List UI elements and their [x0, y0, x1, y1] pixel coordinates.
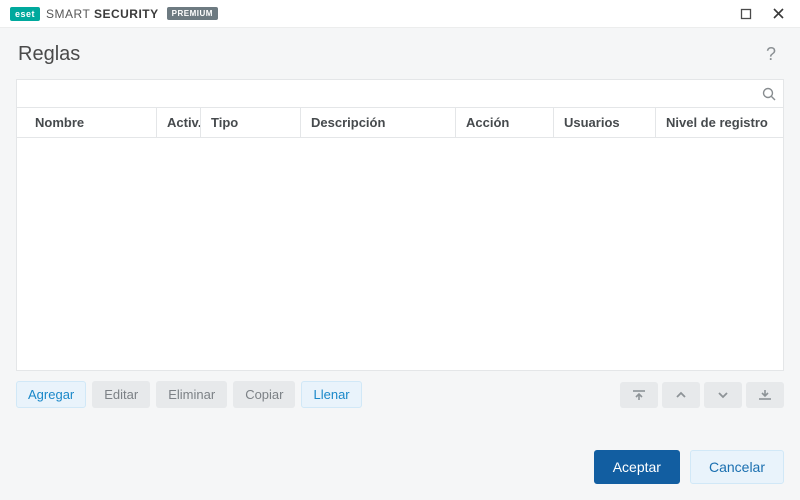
- header: Reglas ?: [0, 28, 800, 79]
- move-up-button[interactable]: [662, 382, 700, 408]
- cancel-button[interactable]: Cancelar: [690, 450, 784, 484]
- maximize-button[interactable]: [730, 2, 762, 26]
- brand-product-suffix: SECURITY: [94, 7, 159, 21]
- remove-button[interactable]: Eliminar: [156, 381, 227, 408]
- brand-tier-badge: PREMIUM: [167, 7, 218, 20]
- column-header-description[interactable]: Descripción: [301, 108, 456, 137]
- window-controls: [730, 2, 794, 26]
- column-header-action[interactable]: Acción: [456, 108, 554, 137]
- toolbar-reorder: [620, 382, 784, 408]
- toolbar-actions: Agregar Editar Eliminar Copiar Llenar: [16, 381, 362, 408]
- table-body: [17, 138, 783, 370]
- edit-button[interactable]: Editar: [92, 381, 150, 408]
- move-top-button[interactable]: [620, 382, 658, 408]
- column-header-type[interactable]: Tipo: [201, 108, 301, 137]
- brand-product-prefix: SMART: [46, 7, 90, 21]
- move-bottom-button[interactable]: [746, 382, 784, 408]
- rules-panel: Nombre Activ... Tipo Descripción Acción …: [16, 79, 784, 371]
- toolbar: Agregar Editar Eliminar Copiar Llenar: [16, 381, 784, 408]
- populate-button[interactable]: Llenar: [301, 381, 361, 408]
- page-title: Reglas: [18, 43, 80, 66]
- table-header: Nombre Activ... Tipo Descripción Acción …: [17, 108, 783, 138]
- searchbar: [17, 80, 783, 108]
- brand: eset SMART SECURITY PREMIUM: [10, 7, 218, 21]
- brand-product: SMART SECURITY: [46, 7, 159, 21]
- add-button[interactable]: Agregar: [16, 381, 86, 408]
- column-header-users[interactable]: Usuarios: [554, 108, 656, 137]
- column-header-name[interactable]: Nombre: [17, 108, 157, 137]
- copy-button[interactable]: Copiar: [233, 381, 295, 408]
- close-button[interactable]: [762, 2, 794, 26]
- search-input[interactable]: [25, 85, 761, 102]
- dialog-footer: Aceptar Cancelar: [0, 436, 800, 500]
- column-header-log-level[interactable]: Nivel de registro: [656, 108, 783, 137]
- column-header-active[interactable]: Activ...: [157, 108, 201, 137]
- brand-logo: eset: [10, 7, 40, 21]
- ok-button[interactable]: Aceptar: [594, 450, 680, 484]
- titlebar: eset SMART SECURITY PREMIUM: [0, 0, 800, 28]
- move-down-button[interactable]: [704, 382, 742, 408]
- search-icon[interactable]: [761, 86, 777, 102]
- help-button[interactable]: ?: [760, 42, 782, 67]
